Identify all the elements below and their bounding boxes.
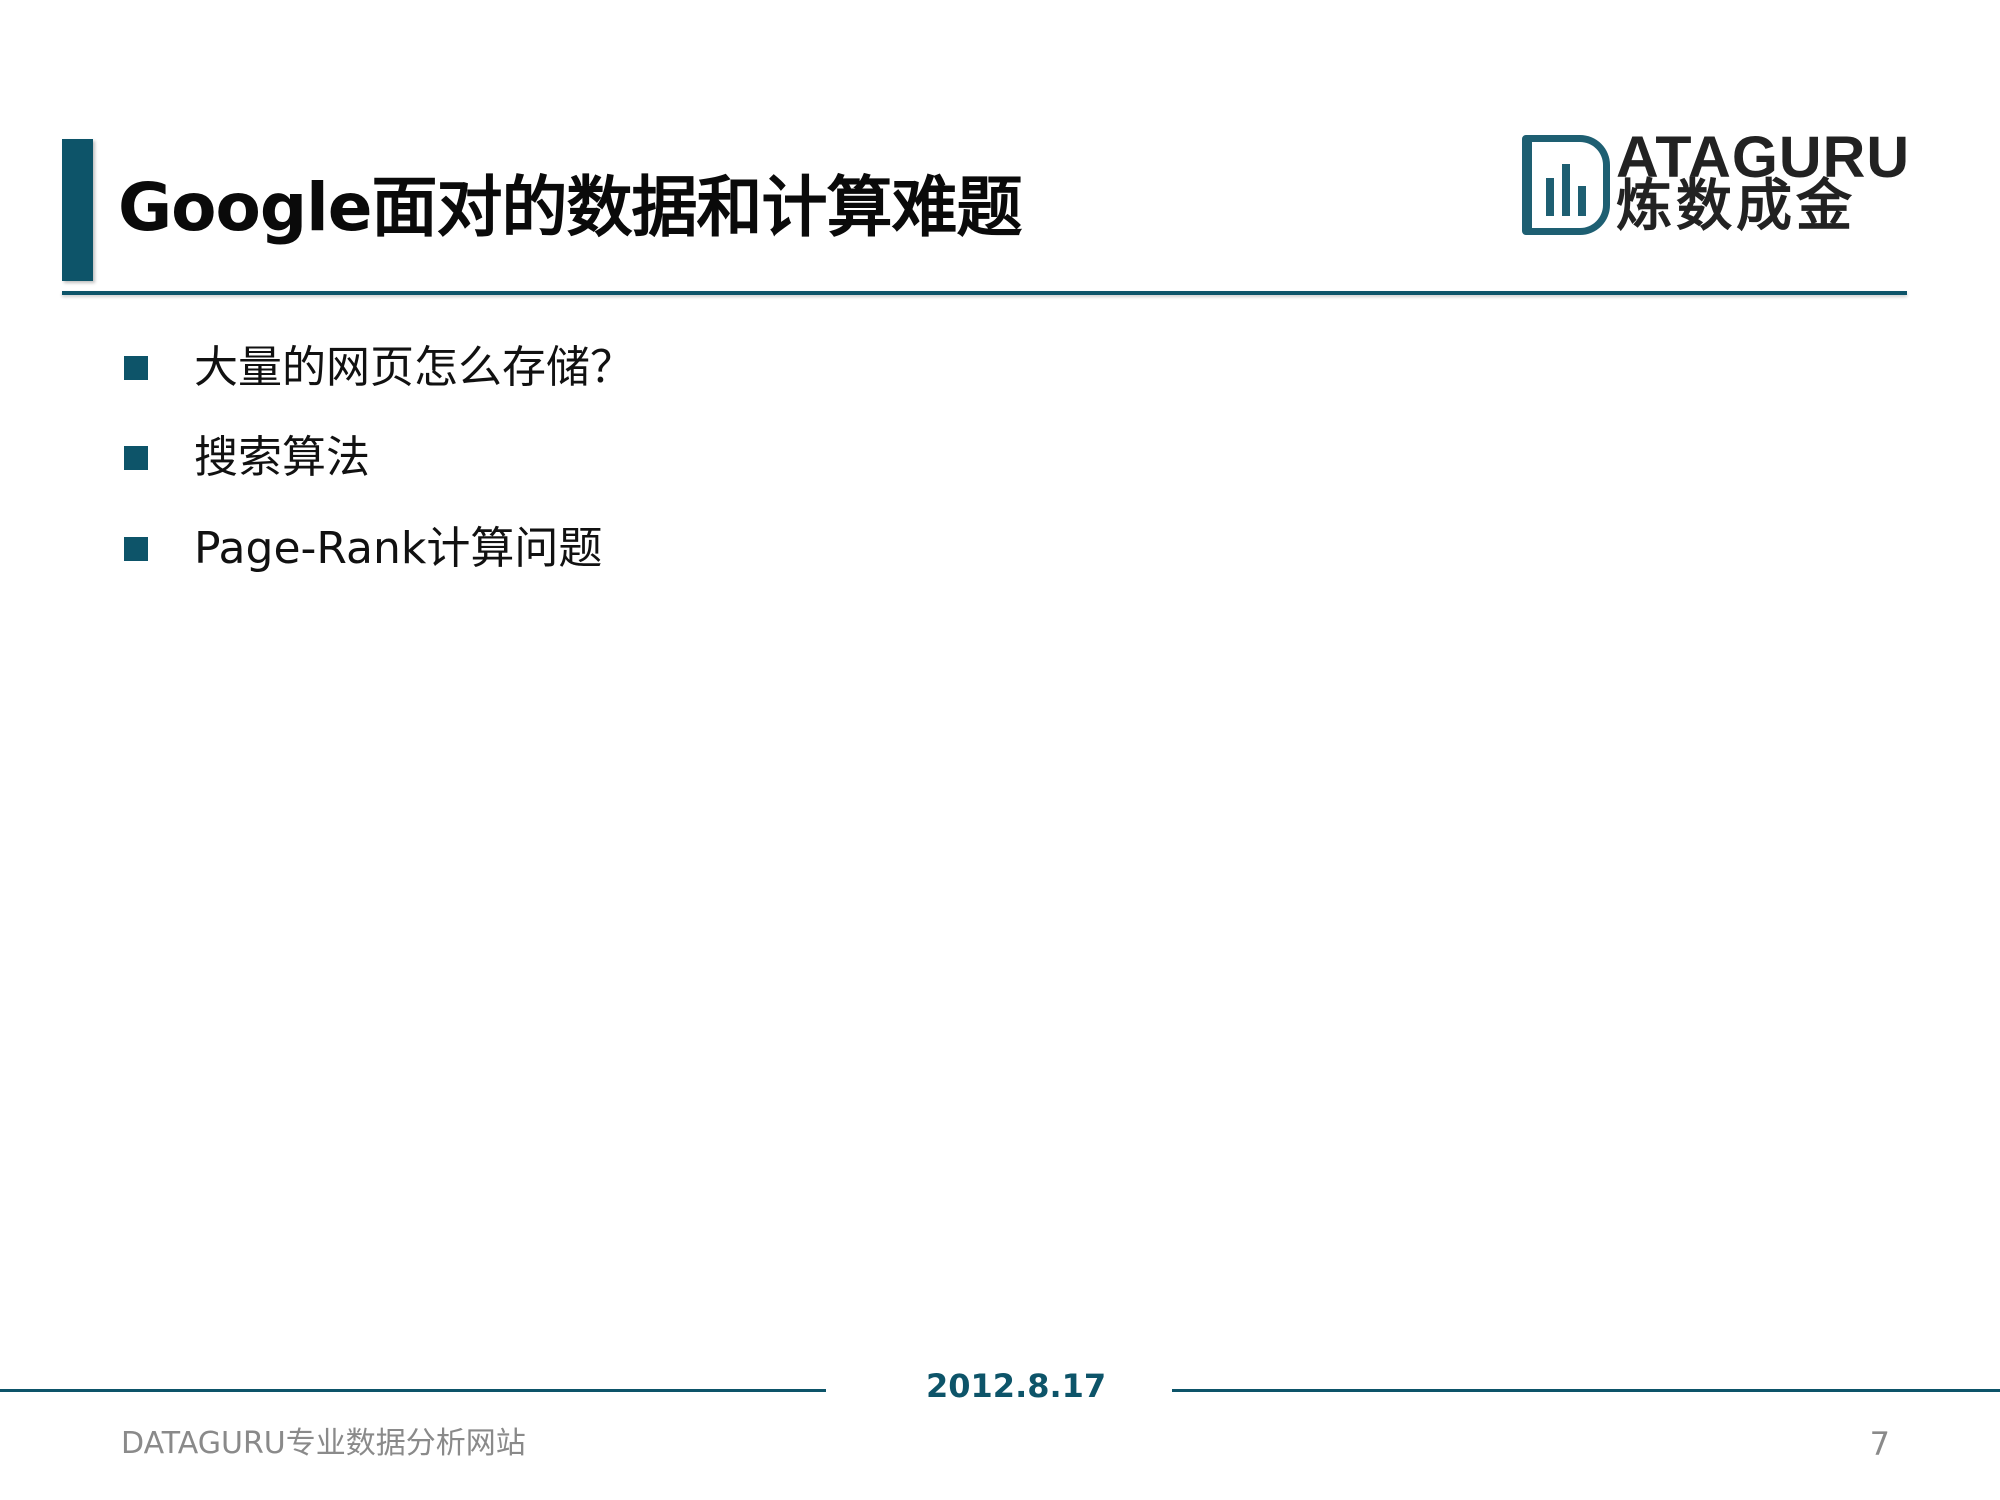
logo-bar: [1578, 186, 1586, 216]
bullet-item: 大量的网页怎么存储？: [194, 342, 634, 393]
slide-title: Google面对的数据和计算难题: [118, 169, 1022, 246]
square-bullet-icon: [124, 446, 148, 470]
title-underline: [62, 291, 1907, 295]
footer-date: 2012.8.17: [926, 1367, 1107, 1405]
footer-rule-left: [0, 1389, 826, 1392]
logo-bar: [1546, 178, 1554, 216]
logo-bar: [1562, 164, 1570, 216]
square-bullet-icon: [124, 537, 148, 561]
bullet-item: 搜索算法: [194, 432, 370, 483]
slide: Google面对的数据和计算难题 ATAGURU 炼数成金 大量的网页怎么存储？…: [0, 0, 2000, 1500]
title-accent-bar: [62, 139, 93, 281]
bullet-item: Page-Rank计算问题: [194, 523, 603, 574]
dataguru-logo: ATAGURU 炼数成金: [1522, 127, 1920, 239]
bar-chart-d-icon: [1522, 135, 1610, 235]
page-number: 7: [1869, 1425, 1890, 1463]
logo-text-cn: 炼数成金: [1616, 174, 1856, 239]
footer-rule-right: [1172, 1389, 2000, 1392]
footer-site-name: DATAGURU专业数据分析网站: [121, 1426, 526, 1461]
square-bullet-icon: [124, 356, 148, 380]
